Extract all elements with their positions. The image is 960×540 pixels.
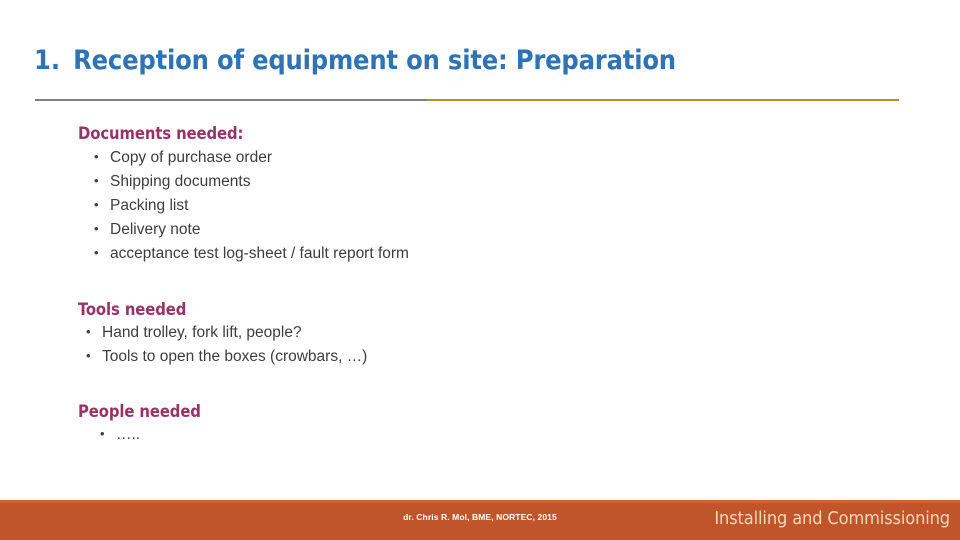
list-item: ….. [78, 422, 918, 447]
title-text: Reception of equipment on site: Preparat… [73, 45, 676, 76]
section-heading-people: People needed [78, 402, 201, 421]
section-tools: Tools needed Hand trolley, fork lift, pe… [78, 300, 918, 369]
slide: 1. Reception of equipment on site: Prepa… [0, 0, 960, 540]
section-documents: Documents needed: Copy of purchase order… [78, 124, 918, 266]
list-item: Tools to open the boxes (crowbars, …) [78, 344, 918, 369]
list-item: Packing list [78, 193, 918, 218]
bullet-list-tools: Hand trolley, fork lift, people? Tools t… [78, 320, 918, 369]
footer-section-label: Installing and Commissioning [714, 508, 950, 529]
list-item: Shipping documents [78, 169, 918, 194]
bullet-list-people: ….. [78, 422, 918, 447]
title-divider-right [427, 99, 899, 101]
section-heading-tools: Tools needed [78, 300, 187, 319]
section-heading-documents: Documents needed: [78, 124, 244, 143]
title-number: 1. [34, 45, 61, 76]
list-item: Hand trolley, fork lift, people? [78, 320, 918, 345]
title-divider-left [35, 99, 427, 101]
section-people: People needed ….. [78, 402, 918, 447]
list-item: acceptance test log-sheet / fault report… [78, 241, 918, 266]
bullet-list-documents: Copy of purchase order Shipping document… [78, 145, 918, 266]
slide-body: Documents needed: Copy of purchase order… [78, 124, 918, 447]
list-item: Copy of purchase order [78, 145, 918, 170]
list-item: Delivery note [78, 217, 918, 242]
page-title: 1. Reception of equipment on site: Prepa… [34, 45, 914, 76]
